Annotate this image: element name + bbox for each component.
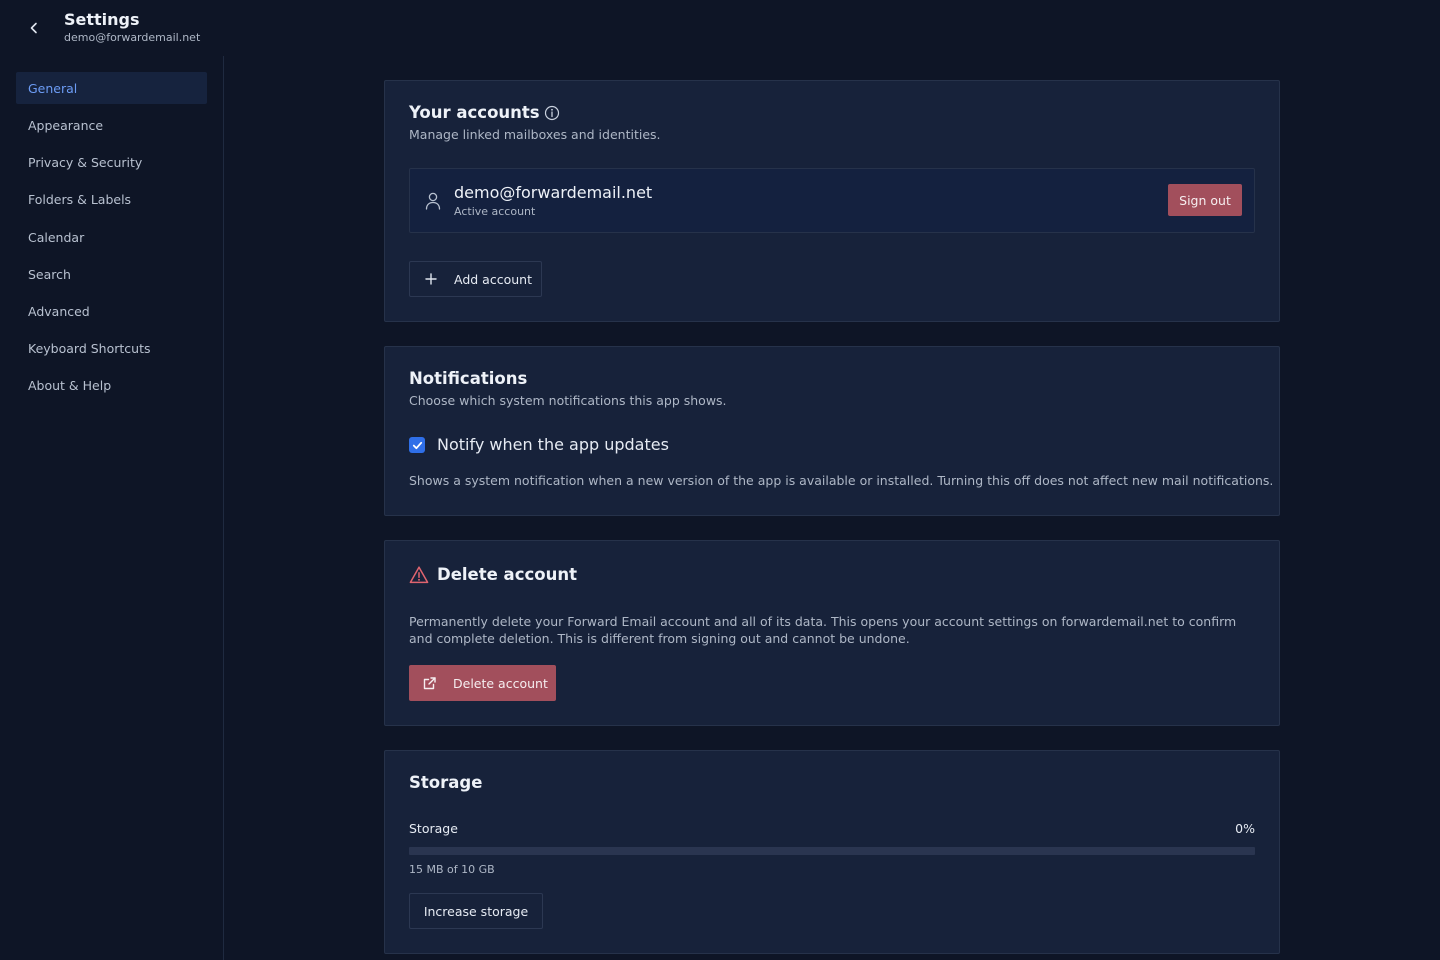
chevron-left-icon <box>30 22 37 34</box>
page-title: Settings <box>64 10 140 29</box>
account-email: demo@forwardemail.net <box>454 183 653 202</box>
person-icon <box>425 192 441 210</box>
plus-icon <box>425 273 437 285</box>
notify-updates-help: Shows a system notification when a new v… <box>409 473 1274 488</box>
sidebar-item-search[interactable]: Search <box>16 258 207 290</box>
sign-out-button[interactable]: Sign out <box>1168 184 1242 216</box>
delete-account-title: Delete account <box>437 565 577 584</box>
delete-account-card: Delete account Permanently delete your F… <box>384 540 1280 726</box>
warning-icon <box>409 566 429 584</box>
page-subtitle-email: demo@forwardemail.net <box>64 31 201 44</box>
notifications-description: Choose which system notifications this a… <box>409 393 727 408</box>
notify-updates-label[interactable]: Notify when the app updates <box>437 435 669 454</box>
delete-account-description: Permanently delete your Forward Email ac… <box>409 614 1237 646</box>
info-icon[interactable] <box>544 105 560 121</box>
delete-account-button-label: Delete account <box>453 675 548 691</box>
storage-usage: 15 MB of 10 GB <box>409 863 495 876</box>
checkmark-icon <box>412 441 422 449</box>
storage-label: Storage <box>409 821 458 836</box>
increase-storage-button[interactable]: Increase storage <box>409 893 543 929</box>
sidebar-item-general[interactable]: General <box>16 72 207 104</box>
accounts-description: Manage linked mailboxes and identities. <box>409 127 661 142</box>
notify-updates-checkbox[interactable] <box>409 437 425 453</box>
back-button[interactable] <box>22 16 46 40</box>
sidebar-item-privacy-security[interactable]: Privacy & Security <box>16 146 207 178</box>
add-account-button[interactable]: Add account <box>409 261 542 297</box>
account-status: Active account <box>454 205 536 218</box>
sidebar-item-keyboard-shortcuts[interactable]: Keyboard Shortcuts <box>16 332 207 364</box>
sidebar-item-calendar[interactable]: Calendar <box>16 221 207 253</box>
storage-card: Storage Storage 0% 15 MB of 10 GB Increa… <box>384 750 1280 954</box>
sidebar-item-advanced[interactable]: Advanced <box>16 295 207 327</box>
account-row: demo@forwardemail.net Active account Sig… <box>409 168 1255 233</box>
storage-percent: 0% <box>1235 821 1255 836</box>
notifications-title: Notifications <box>409 369 528 388</box>
settings-header: Settings demo@forwardemail.net <box>0 0 1440 56</box>
settings-sidebar: General Appearance Privacy & Security Fo… <box>0 56 224 960</box>
sidebar-item-appearance[interactable]: Appearance <box>16 109 207 141</box>
delete-account-button[interactable]: Delete account <box>409 665 556 701</box>
add-account-label: Add account <box>454 271 532 287</box>
sidebar-item-about-help[interactable]: About & Help <box>16 369 207 401</box>
accounts-title: Your accounts <box>409 103 540 122</box>
storage-title: Storage <box>409 773 483 792</box>
sidebar-item-folders-labels[interactable]: Folders & Labels <box>16 183 207 215</box>
notifications-card: Notifications Choose which system notifi… <box>384 346 1280 516</box>
external-link-icon <box>423 676 436 689</box>
accounts-card: Your accounts Manage linked mailboxes an… <box>384 80 1280 322</box>
storage-progress-bar <box>409 847 1255 855</box>
